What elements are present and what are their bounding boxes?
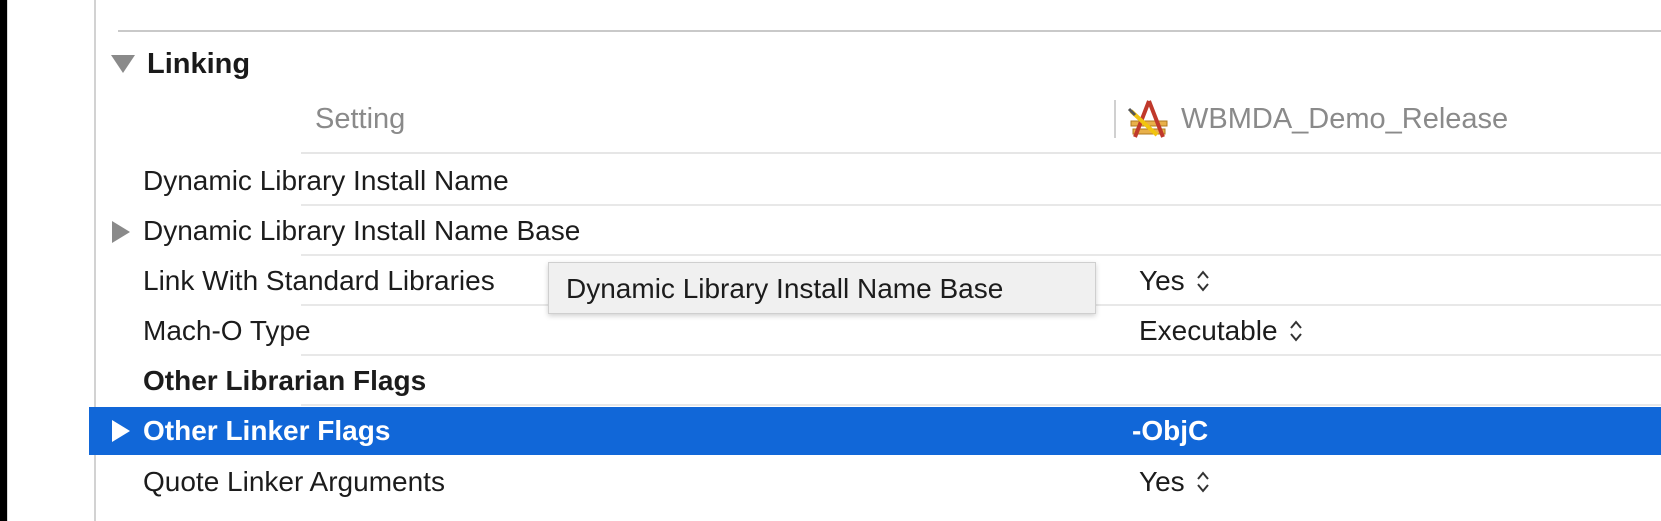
setting-name: Other Linker Flags xyxy=(143,415,391,446)
target-name: WBMDA_Demo_Release xyxy=(1181,102,1509,135)
row-divider xyxy=(301,404,1661,406)
tooltip: Dynamic Library Install Name Base xyxy=(548,262,1096,314)
stepper-icon xyxy=(1289,320,1302,342)
setting-name: Dynamic Library Install Name Base xyxy=(143,215,581,246)
setting-value: Yes xyxy=(1139,466,1185,497)
setting-value[interactable]: -ObjC xyxy=(1132,407,1208,455)
setting-value: Yes xyxy=(1139,265,1185,296)
setting-row[interactable]: Dynamic Library Install Name Base xyxy=(89,206,1661,256)
build-settings-panel: Linking Setting WBMDA_Demo_Release Dynam… xyxy=(7,0,1661,521)
target-column-header[interactable]: WBMDA_Demo_Release xyxy=(1127,100,1508,138)
disclosure-down-icon[interactable] xyxy=(111,55,135,73)
setting-name: Dynamic Library Install Name xyxy=(143,165,509,196)
column-header: Setting WBMDA_Demo_Release xyxy=(301,100,1661,152)
setting-row[interactable]: Dynamic Library Install Name xyxy=(89,156,1661,206)
column-separator[interactable] xyxy=(1114,100,1116,138)
setting-value-popup[interactable]: Yes xyxy=(1139,457,1211,507)
setting-name: Quote Linker Arguments xyxy=(143,466,445,497)
top-divider xyxy=(118,30,1661,32)
setting-name: Link With Standard Libraries xyxy=(143,265,495,296)
disclosure-right-icon[interactable] xyxy=(112,221,130,243)
section-header-linking[interactable]: Linking xyxy=(111,44,250,84)
setting-value: Executable xyxy=(1139,315,1278,346)
section-title: Linking xyxy=(147,47,251,80)
stepper-icon xyxy=(1196,471,1209,493)
setting-value-popup[interactable]: Yes xyxy=(1139,256,1211,306)
app-target-icon xyxy=(1127,100,1168,138)
setting-row-selected[interactable]: Other Linker Flags -ObjC xyxy=(89,407,1661,455)
setting-row[interactable]: Quote Linker Arguments Yes xyxy=(89,457,1661,507)
setting-name: Other Librarian Flags xyxy=(143,365,427,396)
stepper-icon xyxy=(1196,270,1209,292)
header-line xyxy=(301,152,1661,154)
setting-column-header[interactable]: Setting xyxy=(315,100,405,138)
setting-row[interactable]: Other Librarian Flags xyxy=(89,356,1661,406)
disclosure-right-icon[interactable] xyxy=(112,420,130,442)
setting-name: Mach-O Type xyxy=(143,315,311,346)
setting-value-popup[interactable]: Executable xyxy=(1139,306,1304,356)
